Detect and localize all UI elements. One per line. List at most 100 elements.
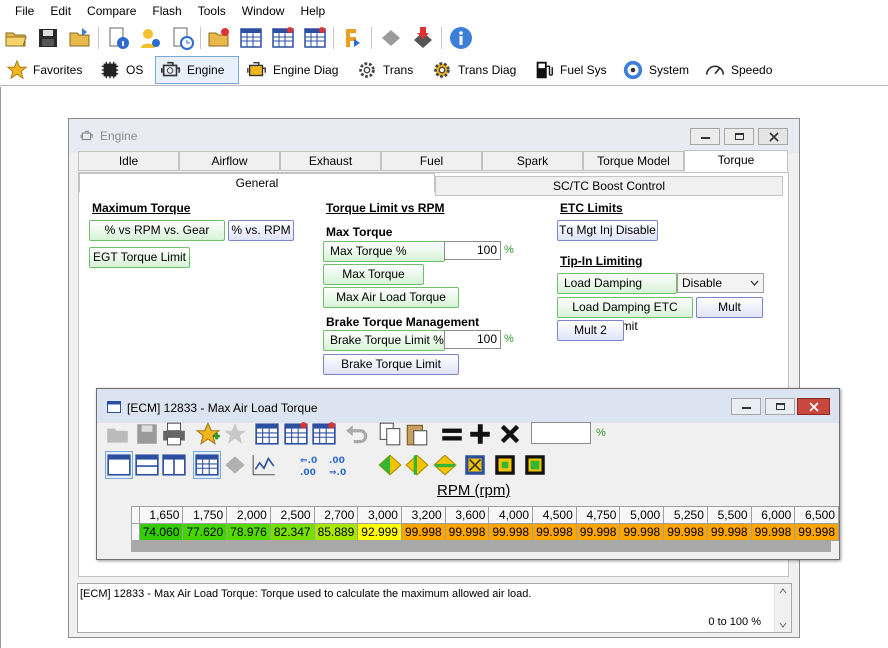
torque-value-cell[interactable]: 99.998 [794,523,839,541]
table-close-button[interactable] [797,398,830,415]
table-icon[interactable] [254,421,280,447]
torque-value-cell[interactable]: 99.998 [488,523,534,541]
rpm-axis-cell[interactable]: 2,500 [269,506,315,524]
fill-region-icon[interactable] [522,452,548,478]
rpm-axis-cell[interactable]: 4,750 [575,506,621,524]
file-info-icon[interactable] [106,26,130,50]
remove-favorite-icon[interactable] [222,421,248,447]
flash-icon[interactable] [341,26,365,50]
fuel-sys-button[interactable]: Fuel Sys [529,56,611,84]
menu-help[interactable]: Help [292,0,333,22]
rpm-axis-cell[interactable]: 6,500 [794,506,839,524]
pct-rpm-button[interactable]: % vs. RPM [228,220,294,241]
grid-view-icon[interactable] [194,452,220,478]
open-file-icon[interactable] [68,26,92,50]
favorites-button[interactable]: Favorites [2,56,86,84]
torque-value-cell[interactable]: 78.976 [226,523,271,541]
menu-compare[interactable]: Compare [79,0,144,22]
layout-single-icon[interactable] [106,452,132,478]
speedo-button[interactable]: Speedo [700,56,776,84]
interpolate-icon[interactable] [377,452,403,478]
torque-value-cell[interactable]: 99.998 [663,523,708,541]
equals-icon[interactable] [439,421,465,447]
users-icon[interactable] [138,26,162,50]
interpolate-h-icon[interactable] [404,452,430,478]
open-compare-icon[interactable] [207,26,231,50]
rpm-axis-cell[interactable]: 1,750 [182,506,228,524]
close-button[interactable] [758,128,788,145]
torque-value-cell[interactable]: 85.889 [313,523,359,541]
add-favorite-icon[interactable] [195,421,221,447]
table-maximize-button[interactable] [765,398,795,415]
fill-icon[interactable] [492,452,518,478]
layout-vertical-icon[interactable] [161,452,187,478]
menu-edit[interactable]: Edit [42,0,79,22]
subtab-general[interactable]: General [79,173,435,193]
rpm-axis-cell[interactable]: 1,650 [138,506,184,524]
tab-torque-management[interactable]: Torque Management [684,150,788,186]
rpm-axis-cell[interactable]: 5,000 [619,506,665,524]
engine-diag-button[interactable]: Engine Diag [242,56,342,84]
engine-button[interactable]: Engine [155,56,239,84]
torque-value-cell[interactable]: 77.620 [182,523,228,541]
open-folder-icon[interactable] [4,26,28,50]
print-icon[interactable] [161,421,187,447]
3d-view-icon[interactable] [222,452,248,478]
torque-value-cell[interactable]: 99.998 [706,523,752,541]
torque-value-cell[interactable]: 99.998 [575,523,621,541]
max-torque-button[interactable]: Max Torque [323,264,424,285]
subtab-sc-tc-boost[interactable]: SC/TC Boost Control [435,176,783,196]
table-diff-icon[interactable] [311,421,337,447]
torque-value-cell[interactable]: 99.998 [619,523,665,541]
trans-button[interactable]: Trans [352,56,417,84]
rpm-axis-cell[interactable]: 5,500 [706,506,752,524]
vehicle-info-icon[interactable] [170,26,194,50]
rpm-axis-cell[interactable]: 6,000 [750,506,796,524]
save-icon[interactable] [134,421,160,447]
decrease-decimals-icon[interactable]: ⇐.0.00 [299,452,325,478]
multiply-icon[interactable] [497,421,523,447]
os-button[interactable]: OS [95,56,147,84]
paste-icon[interactable] [404,421,430,447]
torque-value-cell[interactable]: 92.999 [357,523,402,541]
rpm-axis-cell[interactable]: 2,700 [313,506,359,524]
undo-icon[interactable] [344,421,370,447]
menu-flash[interactable]: Flash [144,0,189,22]
rpm-axis-cell[interactable]: 3,600 [444,506,490,524]
table-minimize-button[interactable] [731,398,761,415]
interpolate-v-icon[interactable] [432,452,458,478]
menu-file[interactable]: File [7,0,42,22]
plus-icon[interactable] [467,421,493,447]
rpm-axis-cell[interactable]: 3,200 [400,506,446,524]
tab-exhaust[interactable]: Exhaust [280,151,381,171]
download-icon[interactable] [411,26,435,50]
trans-diag-button[interactable]: Trans Diag [427,56,520,84]
mult-button[interactable]: Mult [696,297,763,318]
copy-icon[interactable] [377,421,403,447]
menu-window[interactable]: Window [234,0,293,22]
scroll-up-icon[interactable] [779,588,787,594]
info-icon[interactable] [449,26,473,50]
torque-value-cell[interactable]: 82.347 [269,523,315,541]
tab-torque-model[interactable]: Torque Model [583,151,684,171]
tq-mgt-inj-disable-button[interactable]: Tq Mgt Inj Disable [557,220,658,241]
minimize-button[interactable] [690,128,720,145]
tab-airflow[interactable]: Airflow [179,151,280,171]
torque-value-cell[interactable]: 74.060 [138,523,184,541]
increase-decimals-icon[interactable]: .00⇒.0 [328,452,354,478]
max-torque-pct-input[interactable]: 100 [444,241,501,260]
torque-value-cell[interactable]: 99.998 [400,523,446,541]
table-compare-icon[interactable] [283,421,309,447]
layout-horizontal-icon[interactable] [134,452,160,478]
load-damping-etc-limit-button[interactable]: Load Damping ETC Limit [557,297,693,333]
graph-view-icon[interactable] [251,452,277,478]
rpm-axis-cell[interactable]: 4,500 [532,506,577,524]
tab-spark[interactable]: Spark [482,151,583,171]
table-icon[interactable] [271,26,295,50]
smooth-icon[interactable] [462,452,488,478]
system-button[interactable]: System [618,56,693,84]
description-scrollbar[interactable] [774,584,791,632]
open-folder-icon[interactable] [105,421,131,447]
save-icon[interactable] [36,26,60,50]
pct-rpm-gear-button[interactable]: % vs RPM vs. Gear [89,220,225,241]
